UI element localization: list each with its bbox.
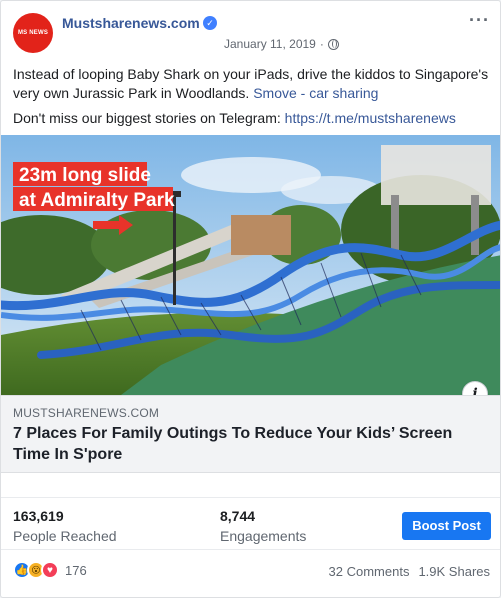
post-text-paragraph-1: Instead of looping Baby Shark on your iP…	[13, 65, 493, 103]
meta-separator: ·	[319, 37, 324, 51]
boost-post-button[interactable]: Boost Post	[402, 512, 491, 540]
post-text-2: Don't miss our biggest stories on Telegr…	[13, 110, 281, 126]
post-date-link[interactable]: January 11, 2019	[224, 37, 316, 51]
post-text-paragraph-2: Don't miss our biggest stories on Telegr…	[13, 109, 493, 128]
engagements-stat[interactable]: 8,744 Engagements	[220, 508, 306, 544]
post-message: Instead of looping Baby Shark on your iP…	[13, 65, 493, 134]
verified-badge-icon: ✓	[203, 16, 217, 30]
reaction-count: 176	[65, 562, 87, 578]
page-avatar[interactable]: MS NEWS	[13, 13, 53, 53]
more-options-icon[interactable]: ···	[469, 11, 490, 29]
page-name-link[interactable]: Mustsharenews.com	[62, 15, 200, 31]
post-card: MS NEWS Mustsharenews.com ✓ January 11, …	[0, 0, 501, 598]
reactions-summary[interactable]: 👍 😮 ♥ 176	[13, 561, 87, 579]
shares-count-link[interactable]: 1.9K Shares	[418, 564, 490, 579]
reactions-bar: 👍 😮 ♥ 176 32 Comments 1.9K Shares	[1, 549, 500, 597]
playground-illustration: 23m long slide at Admiralty Park	[1, 135, 500, 395]
post-meta: January 11, 2019 ·	[224, 37, 339, 51]
telegram-link[interactable]: https://t.me/mustsharenews	[285, 110, 456, 126]
post-header: MS NEWS Mustsharenews.com ✓ January 11, …	[13, 11, 490, 57]
people-reached-label: People Reached	[13, 528, 117, 544]
image-overlay-line-2: at Admiralty Park	[19, 190, 175, 211]
post-image[interactable]: 23m long slide at Admiralty Park	[1, 135, 500, 395]
image-overlay-line-1: 23m long slide	[19, 165, 151, 186]
comments-count-link[interactable]: 32 Comments	[329, 564, 410, 579]
engagements-label: Engagements	[220, 528, 307, 544]
people-reached-value: 163,619	[13, 508, 64, 524]
post-insights: 163,619 People Reached 8,744 Engagements…	[1, 497, 500, 549]
engagement-counts: 32 Comments 1.9K Shares	[329, 564, 490, 579]
preview-domain: MUSTSHARENEWS.COM	[13, 406, 160, 420]
preview-headline[interactable]: 7 Places For Family Outings To Reduce Yo…	[13, 423, 473, 465]
people-reached-stat[interactable]: 163,619 People Reached	[13, 508, 117, 544]
love-reaction-icon: ♥	[41, 561, 59, 579]
link-preview[interactable]: MUSTSHARENEWS.COM 7 Places For Family Ou…	[1, 395, 500, 473]
smove-link[interactable]: Smove - car sharing	[253, 85, 378, 101]
globe-icon	[327, 38, 339, 50]
post-text-1: Instead of looping Baby Shark on your iP…	[13, 66, 489, 101]
engagements-value: 8,744	[220, 508, 256, 524]
